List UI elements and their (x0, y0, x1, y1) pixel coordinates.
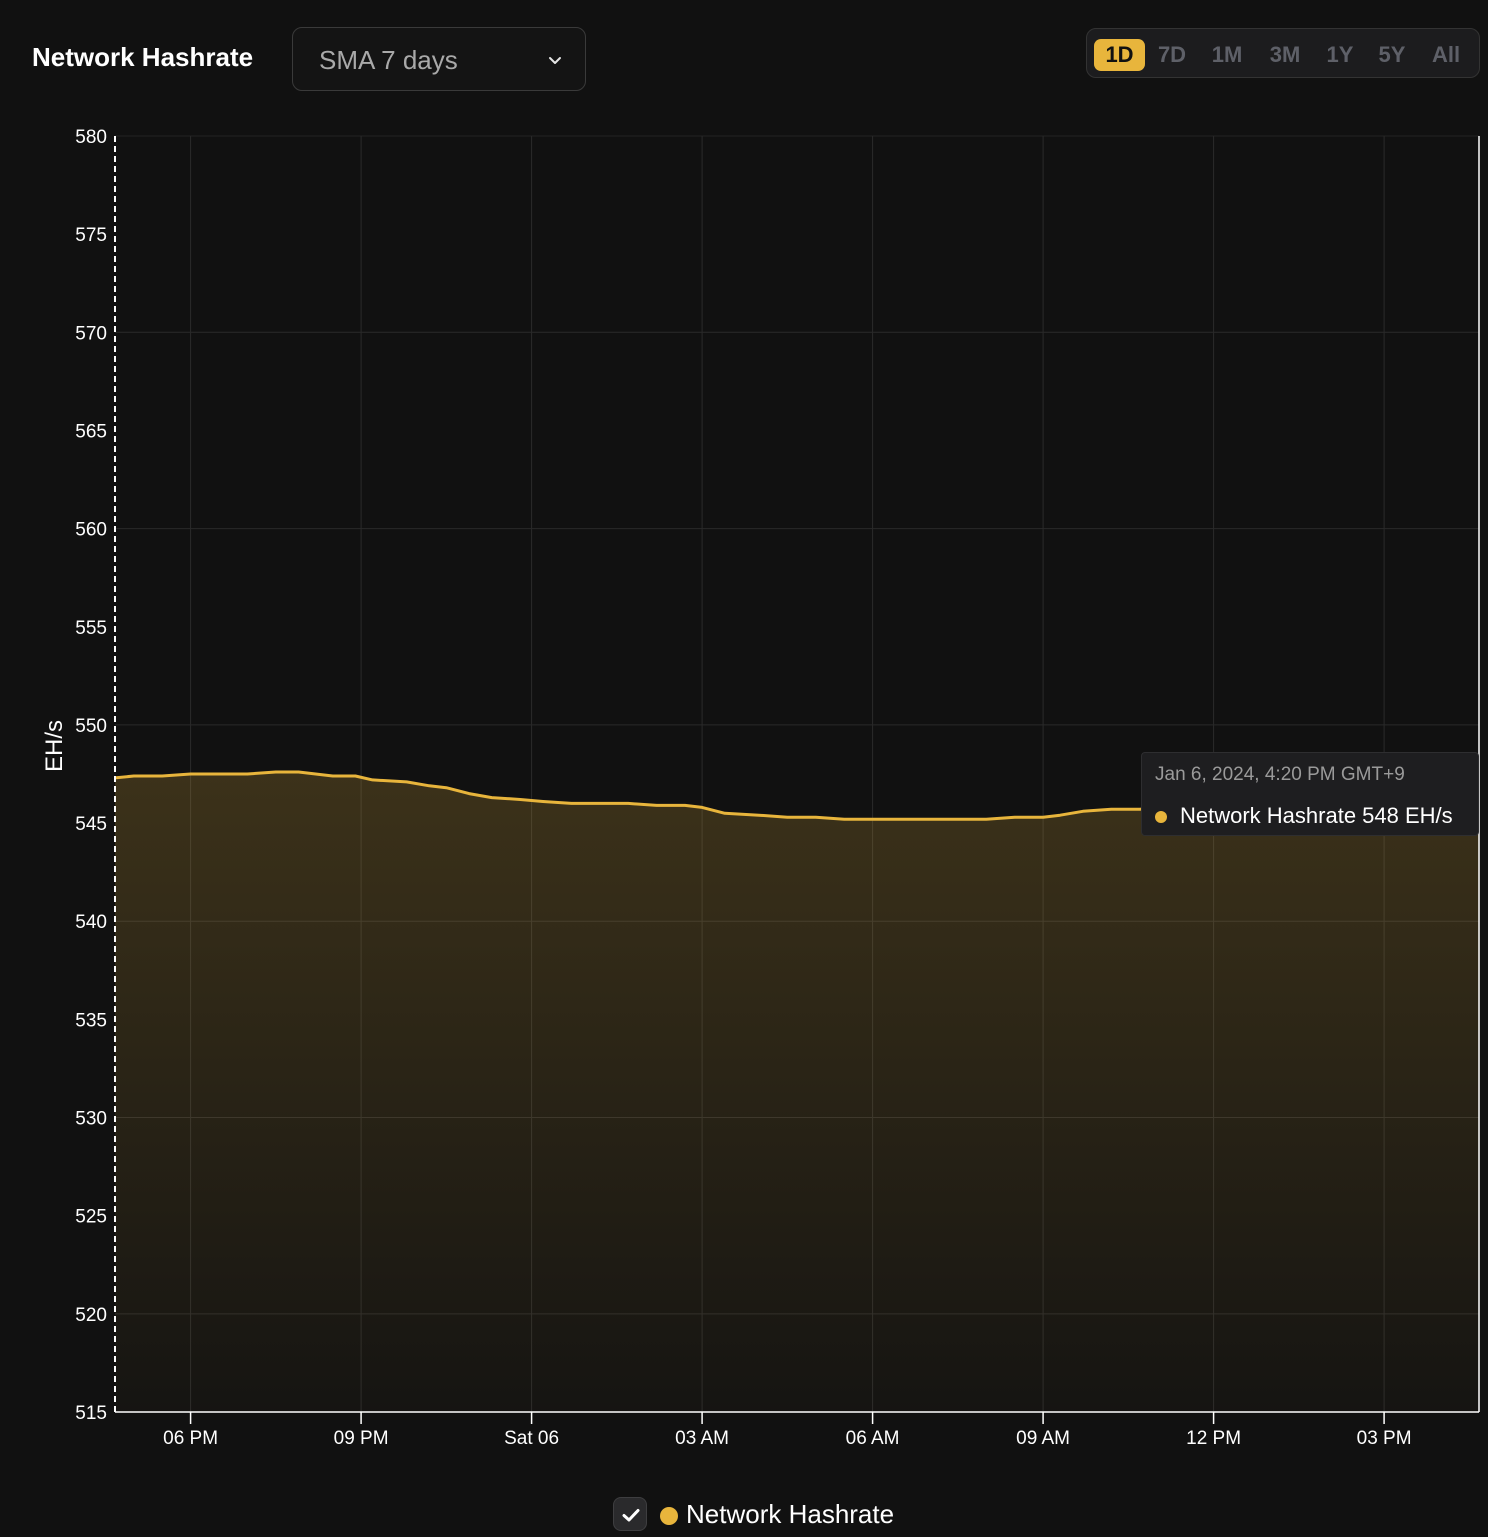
x-tick-labels: 06 PM 09 PM Sat 06 03 AM 06 AM 09 AM 12 PM 03 P… (163, 1428, 1411, 1449)
x-tick-label: 09 AM (1016, 1428, 1070, 1449)
y-tick-label: 520 (75, 1305, 107, 1326)
y-tick-label: 580 (75, 127, 107, 148)
y-tick-label: 555 (75, 618, 107, 639)
y-tick-label: 565 (75, 421, 107, 442)
x-tick-label: 09 PM (334, 1428, 389, 1449)
y-tick-label: 545 (75, 814, 107, 835)
y-tick-label: 525 (75, 1207, 107, 1228)
x-tick-label: 12 PM (1186, 1428, 1241, 1449)
series-area-fill (115, 772, 1479, 1412)
y-tick-label: 535 (75, 1010, 107, 1031)
tooltip-date: Jan 6, 2024, 4:20 PM GMT+9 (1155, 764, 1405, 785)
y-tick-label: 515 (75, 1403, 107, 1424)
y-axis-label: EH/s (41, 720, 68, 772)
check-icon (622, 1509, 640, 1522)
x-tick-label: 03 AM (675, 1428, 729, 1449)
y-tick-labels: 515 520 525 530 535 540 545 550 555 560 565 570 575 5… (75, 127, 107, 1424)
x-tick-label: Sat 06 (504, 1428, 559, 1449)
hover-tooltip: Jan 6, 2024, 4:20 PM GMT+9 Network Hashr… (1141, 752, 1479, 836)
y-tick-label: 575 (75, 225, 107, 246)
y-tick-label: 560 (75, 520, 107, 541)
tooltip-series-value: Network Hashrate 548 EH/s (1180, 803, 1453, 828)
legend-color-dot (660, 1507, 678, 1525)
x-tick-label: 06 PM (163, 1428, 218, 1449)
legend-series-label: Network Hashrate (686, 1499, 895, 1529)
series-color-dot (1155, 811, 1167, 823)
y-tick-label: 550 (75, 716, 107, 737)
y-tick-label: 540 (75, 912, 107, 933)
x-tick-label: 03 PM (1357, 1428, 1412, 1449)
y-tick-label: 530 (75, 1109, 107, 1130)
y-tick-label: 570 (75, 323, 107, 344)
x-tick-label: 06 AM (846, 1428, 900, 1449)
series-area (114, 770, 1480, 1412)
legend-series-toggle[interactable] (613, 1497, 647, 1531)
